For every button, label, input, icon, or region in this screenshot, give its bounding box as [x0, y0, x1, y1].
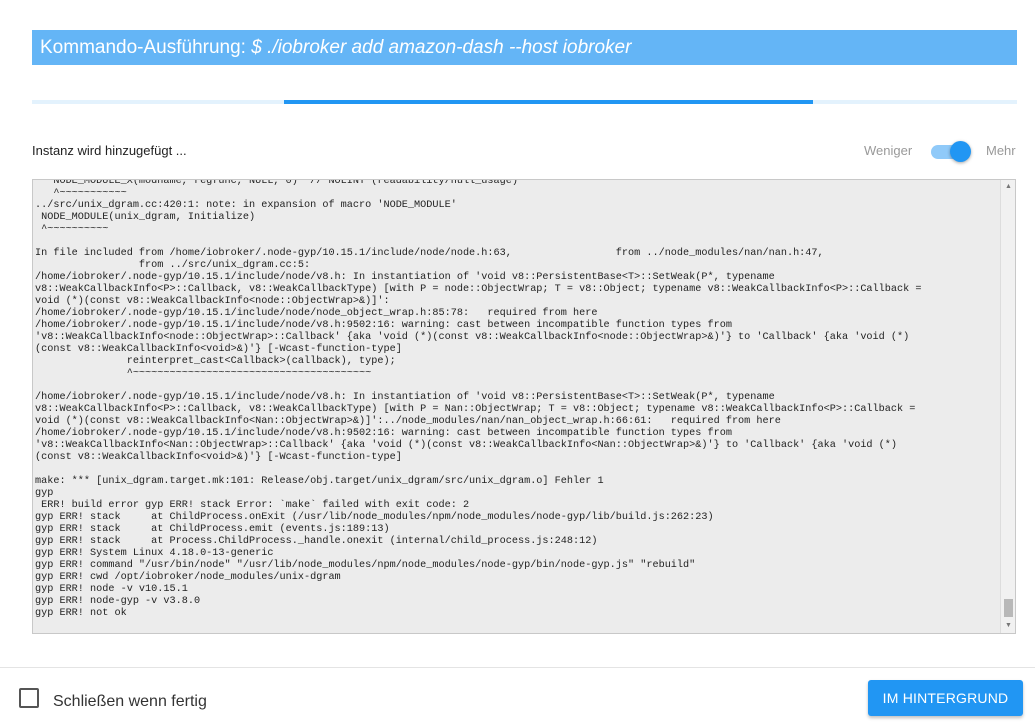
- scrollbar-thumb[interactable]: [1004, 599, 1013, 617]
- status-text: Instanz wird hinzugefügt ...: [32, 143, 187, 158]
- dialog-title-prefix: Kommando-Ausführung:: [40, 37, 252, 58]
- dialog-title-command: $ ./iobroker add amazon-dash --host iobr…: [251, 37, 632, 58]
- close-when-done-checkbox[interactable]: [19, 688, 39, 708]
- toggle-thumb: [950, 141, 971, 162]
- output-detail-toggle[interactable]: [931, 141, 971, 162]
- footer-divider: [0, 667, 1035, 668]
- arrow-down-icon[interactable]: ▼: [1001, 619, 1015, 633]
- toggle-less-label: Weniger: [864, 143, 913, 158]
- log-output-text: NODE_MODULE_X(modname, regfunc, NULL, 0)…: [35, 179, 922, 619]
- progress-bar: [32, 100, 1017, 104]
- dialog-title-bar: Kommando-Ausführung: $ ./iobroker add am…: [32, 30, 1017, 65]
- log-output-panel[interactable]: NODE_MODULE_X(modname, regfunc, NULL, 0)…: [32, 179, 1016, 634]
- toggle-more-label: Mehr: [986, 143, 1016, 158]
- log-scrollbar[interactable]: ▲ ▼: [1000, 180, 1015, 633]
- arrow-up-icon[interactable]: ▲: [1001, 180, 1015, 194]
- progress-bar-fill: [284, 100, 814, 104]
- close-when-done-label[interactable]: Schließen wenn fertig: [53, 693, 207, 711]
- run-in-background-button[interactable]: IM HINTERGRUND: [868, 680, 1023, 716]
